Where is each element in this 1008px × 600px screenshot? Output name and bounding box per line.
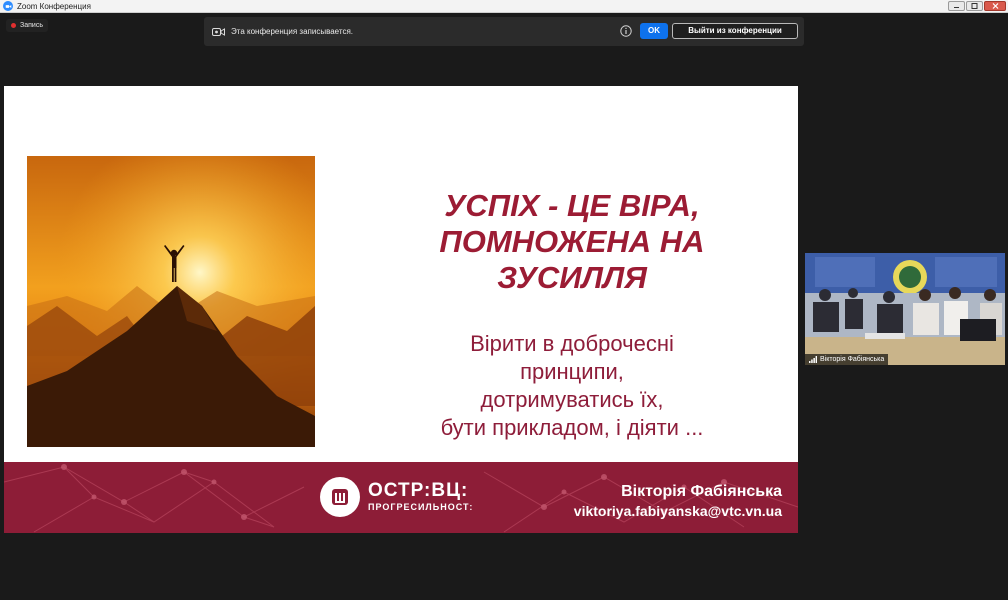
slide-title-line: ЗУСИЛЛЯ bbox=[497, 260, 647, 295]
mountain-summit-image bbox=[27, 156, 315, 447]
connection-signal-icon bbox=[809, 356, 817, 363]
window-titlebar: Zoom Конференция bbox=[0, 0, 1008, 13]
slide-body-line: принципи, bbox=[520, 359, 624, 384]
info-icon[interactable] bbox=[620, 25, 632, 37]
minimize-icon bbox=[954, 7, 959, 8]
recording-camera-icon bbox=[212, 27, 225, 36]
slide-body-line: дотримуватись їх, bbox=[480, 387, 664, 412]
zoom-app-icon bbox=[3, 1, 13, 11]
shared-screen-slide: УСПІХ - ЦЕ ВІРА, ПОМНОЖЕНА НА ЗУСИЛЛЯ Ві… bbox=[4, 86, 798, 533]
ostrivtsi-logo-icon bbox=[320, 477, 360, 517]
slide-title-line: УСПІХ - ЦЕ ВІРА, bbox=[444, 188, 700, 223]
slide-title-line: ПОМНОЖЕНА НА bbox=[439, 224, 705, 259]
participant-name: Вікторія Фабіянська bbox=[820, 356, 885, 363]
author-email: viktoriya.fabiyanska@vtc.vn.ua bbox=[573, 503, 782, 519]
record-dot-icon bbox=[11, 23, 16, 28]
logo-wordmark: ОСТР:ВЦ: bbox=[368, 480, 469, 501]
slide-body-line: Вірити в доброчесні bbox=[470, 331, 674, 356]
author-name: Вікторія Фабіянська bbox=[621, 483, 782, 500]
close-icon bbox=[992, 3, 998, 9]
maximize-icon bbox=[971, 3, 978, 9]
slide-body-text: Вірити в доброчесні принципи, дотримуват… bbox=[382, 330, 762, 442]
participant-video-tile[interactable]: Вікторія Фабіянська bbox=[805, 253, 1005, 365]
recording-indicator[interactable]: Запись bbox=[6, 19, 48, 32]
window-title: Zoom Конференция bbox=[17, 1, 91, 11]
participant-video-feed bbox=[805, 253, 1005, 365]
participant-name-label: Вікторія Фабіянська bbox=[805, 354, 889, 365]
recording-notice-text: Эта конференция записывается. bbox=[231, 27, 353, 36]
window-controls bbox=[948, 1, 1006, 11]
slide-body-line: бути прикладом, і діяти ... bbox=[440, 415, 704, 440]
recording-notice-banner: Эта конференция записывается. OK Выйти и… bbox=[204, 17, 804, 46]
close-button[interactable] bbox=[984, 1, 1006, 11]
maximize-button[interactable] bbox=[966, 1, 983, 11]
leave-meeting-button[interactable]: Выйти из конференции bbox=[672, 23, 798, 39]
recording-label: Запись bbox=[20, 22, 43, 29]
ok-button[interactable]: OK bbox=[640, 23, 668, 39]
slide-title: УСПІХ - ЦЕ ВІРА, ПОМНОЖЕНА НА ЗУСИЛЛЯ bbox=[382, 188, 762, 296]
logo-subtitle: ПРОГРЕСИЛЬНОСТ: bbox=[368, 502, 474, 512]
slide-footer-banner: ОСТР:ВЦ: ПРОГРЕСИЛЬНОСТ: Вікторія Фабіян… bbox=[4, 462, 798, 533]
minimize-button[interactable] bbox=[948, 1, 965, 11]
